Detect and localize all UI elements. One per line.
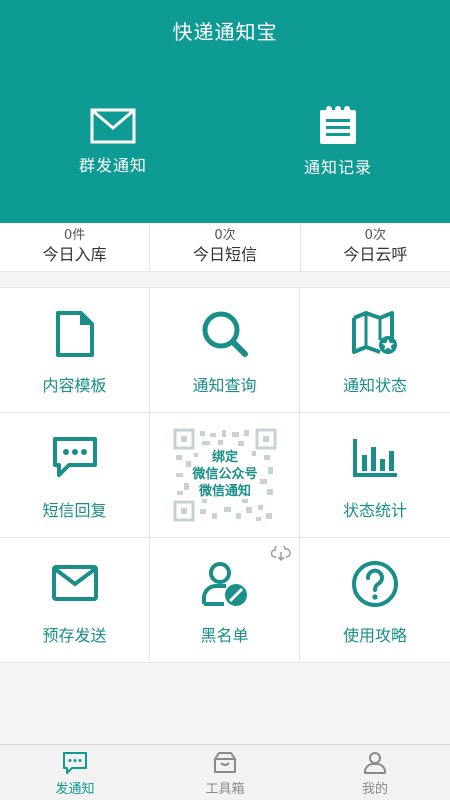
- function-grid: 内容模板 通知查询 通知状态 短信回复 绑定 微信公众号 微信通知 状态统计 预…: [0, 287, 450, 663]
- tab-mine[interactable]: 我的: [300, 745, 450, 800]
- notepad-icon: [320, 106, 356, 144]
- document-icon: [55, 311, 94, 357]
- blacklist-button[interactable]: 黑名单: [150, 538, 300, 663]
- stat-count: 0件: [64, 228, 86, 243]
- notify-records-button[interactable]: 通知记录: [258, 106, 418, 178]
- envelope-icon: [51, 565, 98, 601]
- stat-label: 今日云呼: [343, 245, 408, 264]
- tab-send-notify[interactable]: 发通知: [0, 745, 150, 800]
- chat-bubble-icon: [63, 752, 87, 774]
- notify-status-label: 通知状态: [342, 376, 407, 395]
- bind-wechat-button[interactable]: 绑定 微信公众号 微信通知: [150, 413, 300, 538]
- content-template-label: 内容模板: [42, 376, 107, 395]
- usage-guide-button[interactable]: 使用攻略: [300, 538, 450, 663]
- tab-label: 我的: [361, 782, 388, 797]
- cloud-download-icon: [271, 546, 291, 561]
- search-icon: [202, 311, 248, 357]
- app-title: 快递通知宝: [172, 20, 278, 44]
- qr-bind-text: 绑定 微信公众号 微信通知: [172, 449, 278, 500]
- map-status-icon: [352, 311, 397, 354]
- pre-send-label: 预存发送: [42, 626, 107, 645]
- chat-bubble-icon: [52, 437, 97, 477]
- stats-bar: 0件 今日入库 0次 今日短信 0次 今日云呼: [0, 223, 450, 272]
- notify-query-button[interactable]: 通知查询: [150, 288, 300, 413]
- user-icon: [364, 752, 386, 774]
- user-block-icon: [201, 562, 247, 606]
- bottom-tab-bar: 发通知 工具箱 我的: [0, 744, 450, 800]
- usage-guide-label: 使用攻略: [342, 626, 407, 645]
- status-stats-label: 状态统计: [342, 501, 407, 520]
- app-header: 快递通知宝 群发通知 通知记录: [0, 0, 450, 223]
- notify-query-label: 通知查询: [192, 376, 257, 395]
- stat-today-sms[interactable]: 0次 今日短信: [150, 223, 301, 271]
- status-stats-button[interactable]: 状态统计: [300, 413, 450, 538]
- content-template-button[interactable]: 内容模板: [0, 288, 150, 413]
- stat-today-cloud-call[interactable]: 0次 今日云呼: [301, 223, 450, 271]
- stat-count: 0次: [214, 228, 236, 243]
- bar-chart-icon: [353, 439, 397, 477]
- help-icon: [352, 561, 398, 607]
- stat-label: 今日入库: [42, 245, 107, 264]
- qr-text-line: 微信公众号: [192, 467, 258, 482]
- notify-status-button[interactable]: 通知状态: [300, 288, 450, 413]
- mass-notify-button[interactable]: 群发通知: [33, 108, 193, 176]
- notify-records-label: 通知记录: [303, 158, 372, 177]
- envelope-icon: [90, 108, 136, 144]
- tab-label: 工具箱: [205, 782, 245, 797]
- pre-send-button[interactable]: 预存发送: [0, 538, 150, 663]
- qr-text-line: 微信通知: [198, 484, 251, 499]
- sms-reply-label: 短信回复: [42, 501, 107, 520]
- qr-text-line: 绑定: [211, 450, 238, 465]
- sms-reply-button[interactable]: 短信回复: [0, 413, 150, 538]
- stat-today-stock[interactable]: 0件 今日入库: [0, 223, 151, 271]
- toolbox-icon: [214, 752, 236, 773]
- stat-label: 今日短信: [192, 245, 257, 264]
- blacklist-label: 黑名单: [200, 626, 249, 645]
- tab-toolbox[interactable]: 工具箱: [150, 745, 300, 800]
- qr-code: 绑定 微信公众号 微信通知: [172, 427, 278, 523]
- mass-notify-label: 群发通知: [78, 156, 147, 175]
- stat-count: 0次: [364, 228, 386, 243]
- tab-label: 发通知: [55, 782, 95, 797]
